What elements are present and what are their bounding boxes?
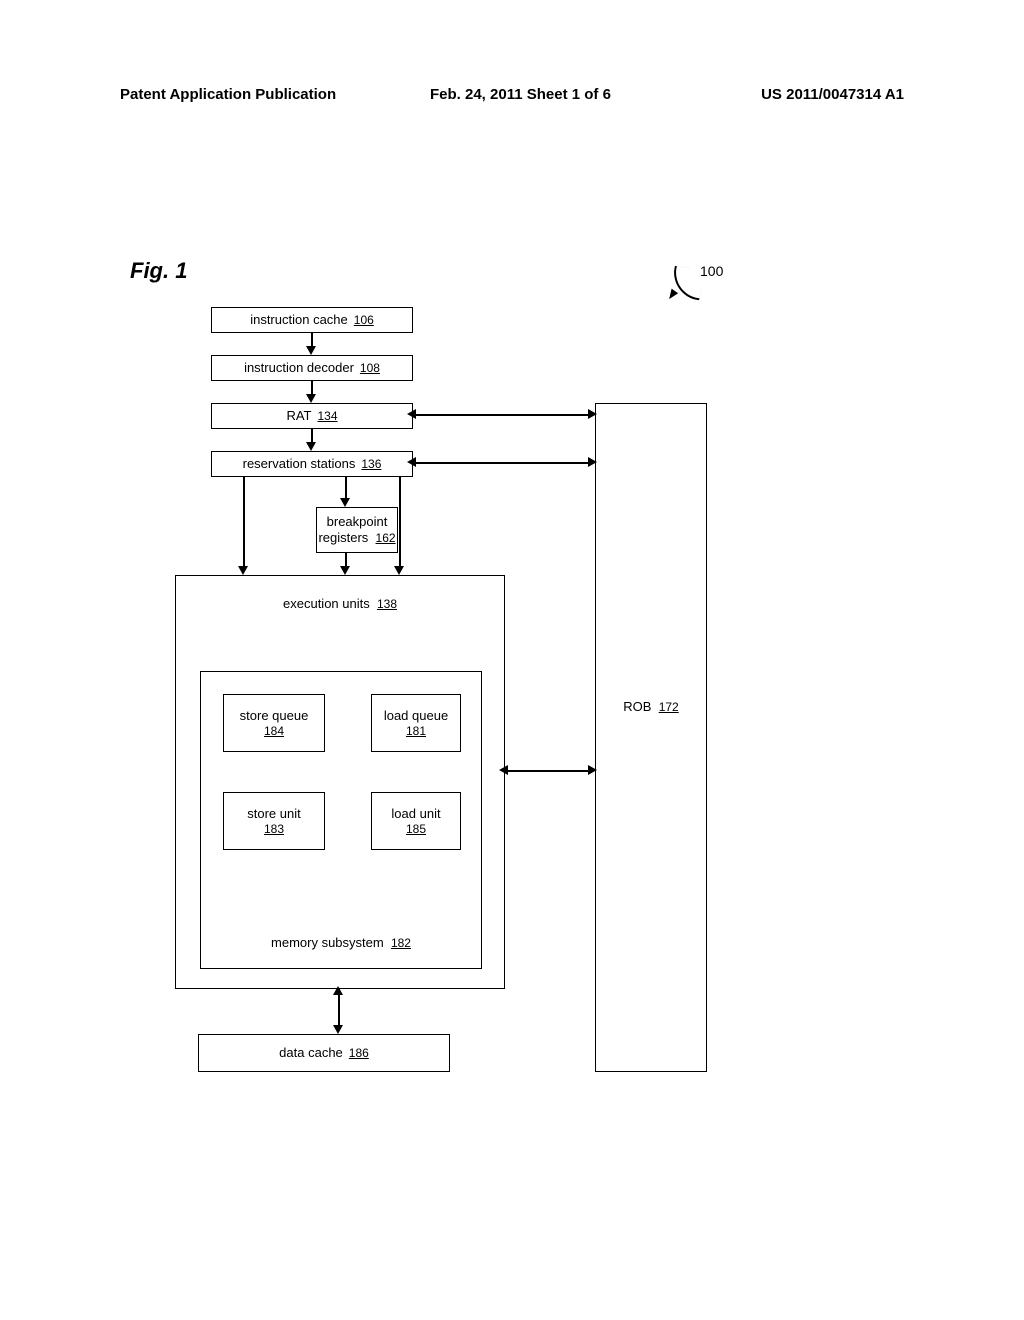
- loadu-ref: 185: [406, 822, 426, 836]
- block-store-queue: store queue 184: [223, 694, 325, 752]
- loadq-ref: 181: [406, 724, 426, 738]
- arrow-right-icon: [588, 765, 597, 775]
- dcache-ref: 186: [349, 1046, 369, 1060]
- block-rob: ROB 172: [595, 403, 707, 1072]
- resv-ref: 136: [361, 457, 381, 471]
- resv-label: reservation stations: [243, 456, 356, 472]
- memsys-ref: 182: [391, 936, 411, 950]
- arrow-left-icon: [407, 457, 416, 467]
- header-right: US 2011/0047314 A1: [761, 86, 904, 103]
- exec-label-row: execution units 138: [176, 596, 504, 611]
- arrow-up-icon: [333, 986, 343, 995]
- arrow-down-icon: [238, 566, 248, 575]
- arrow-down-icon: [306, 394, 316, 403]
- block-data-cache: data cache 186: [198, 1034, 450, 1072]
- system-ref-arrow-icon: [666, 289, 678, 302]
- idecoder-label: instruction decoder: [244, 360, 354, 376]
- page: Patent Application Publication Feb. 24, …: [0, 0, 1024, 1320]
- arrow-shaft: [311, 429, 313, 443]
- block-load-queue: load queue 181: [371, 694, 461, 752]
- storeu-label: store unit: [247, 806, 300, 822]
- block-store-unit: store unit 183: [223, 792, 325, 850]
- loadu-label: load unit: [391, 806, 440, 822]
- arrow-shaft: [413, 462, 593, 464]
- icache-label: instruction cache: [250, 312, 348, 328]
- arrow-shaft: [311, 381, 313, 395]
- block-memory-subsystem: store queue 184 load queue 181 store uni…: [200, 671, 482, 969]
- rob-ref: 172: [659, 700, 679, 714]
- arrow-down-icon: [340, 498, 350, 507]
- arrow-down-icon: [340, 566, 350, 575]
- bpreg-ref: 162: [376, 531, 396, 545]
- loadq-label: load queue: [384, 708, 448, 724]
- block-instruction-decoder: instruction decoder 108: [211, 355, 413, 381]
- arrow-shaft: [345, 553, 347, 567]
- storeu-ref: 183: [264, 822, 284, 836]
- arrow-shaft: [399, 477, 401, 567]
- arrow-shaft: [338, 989, 340, 1029]
- storeq-label: store queue: [240, 708, 309, 724]
- exec-label: execution units: [283, 596, 370, 611]
- arrow-left-icon: [499, 765, 508, 775]
- arrow-shaft: [505, 770, 593, 772]
- arrow-down-icon: [306, 346, 316, 355]
- block-rat: RAT 134: [211, 403, 413, 429]
- block-instruction-cache: instruction cache 106: [211, 307, 413, 333]
- icache-ref: 106: [354, 313, 374, 327]
- header-center: Feb. 24, 2011 Sheet 1 of 6: [430, 86, 611, 103]
- arrow-shaft: [345, 477, 347, 499]
- bpreg-label2: registers: [318, 530, 368, 545]
- storeq-ref: 184: [264, 724, 284, 738]
- bpreg-label1: breakpoint: [327, 514, 388, 530]
- page-header: Patent Application Publication Feb. 24, …: [120, 86, 904, 103]
- block-load-unit: load unit 185: [371, 792, 461, 850]
- figure-label: Fig. 1: [130, 258, 187, 284]
- rob-label: ROB: [623, 699, 651, 714]
- idecoder-ref: 108: [360, 361, 380, 375]
- arrow-down-icon: [394, 566, 404, 575]
- memsys-label: memory subsystem: [271, 935, 384, 950]
- dcache-label: data cache: [279, 1045, 343, 1061]
- arrow-down-icon: [306, 442, 316, 451]
- arrow-left-icon: [407, 409, 416, 419]
- block-breakpoint-registers: breakpoint registers 162: [316, 507, 398, 553]
- exec-ref: 138: [377, 597, 397, 611]
- header-left: Patent Application Publication: [120, 86, 336, 103]
- arrow-right-icon: [588, 409, 597, 419]
- arrow-down-icon: [333, 1025, 343, 1034]
- arrow-shaft: [243, 477, 245, 567]
- arrow-shaft: [413, 414, 593, 416]
- rat-label: RAT: [286, 408, 311, 424]
- block-reservation-stations: reservation stations 136: [211, 451, 413, 477]
- arrow-shaft: [311, 333, 313, 347]
- rat-ref: 134: [318, 409, 338, 423]
- arrow-right-icon: [588, 457, 597, 467]
- block-execution-units: execution units 138 store queue 184 load…: [175, 575, 505, 989]
- memsys-label-row: memory subsystem 182: [201, 935, 481, 950]
